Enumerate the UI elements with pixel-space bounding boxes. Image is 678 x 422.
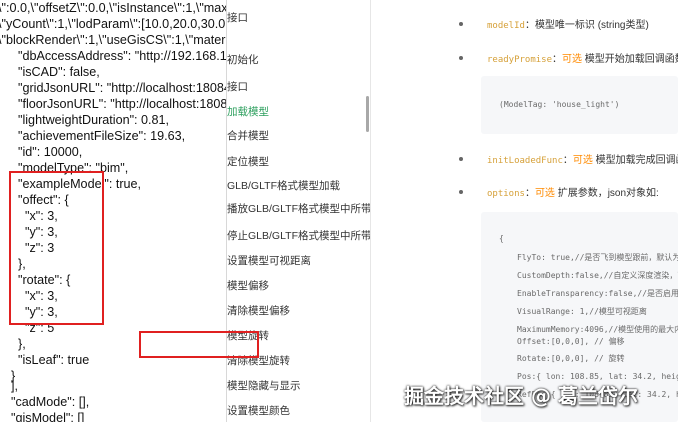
param-desc: 扩展参数，json对象如: (554, 188, 659, 199)
watermark-text: 掘金技术社区 @ 葛兰岱尔 (404, 384, 638, 408)
nav-item[interactable]: 停止GLB/GLTF格式模型中所带的动画 (227, 226, 370, 246)
code-line: EnableTransparency:false,//是否启用设置 (517, 289, 678, 298)
param-name: modelId (487, 21, 525, 31)
bullet-dot (459, 22, 463, 26)
json-line: "isLeaf": true (4, 353, 90, 367)
json-line: ], (4, 379, 18, 393)
json-line: }, (4, 337, 26, 351)
doc-item-ready-promise: readyPromise：可选 模型开始加载回调函数，返回 (487, 50, 678, 65)
doc-item-options: options：可选 扩展参数，json对象如: (487, 184, 659, 199)
param-sep: ： (562, 155, 573, 166)
bullet-dot (459, 157, 463, 161)
nav-item[interactable]: 设置模型可视距离 (227, 251, 311, 271)
code-line: MaximumMemory:4096,//模型使用的最大内存 (517, 325, 678, 334)
nav-item[interactable]: 模型隐藏与显示 (227, 376, 301, 396)
nav-item[interactable]: 设置模型颜色 (227, 401, 290, 421)
code-line: Offset:[0,0,0], // 偏移 (517, 337, 625, 346)
code-line: FlyTo: true,//是否飞到模型跟前，默认为tr (517, 253, 678, 262)
optional-tag: 可选 (534, 188, 555, 199)
nav-item[interactable]: 初始化 (227, 50, 259, 70)
code-line: (ModelTag: 'house_light') (499, 100, 620, 109)
bullet-dot (459, 190, 463, 194)
code-line: Rotate:[0,0,0], // 旋转 (517, 354, 625, 363)
param-sep: ： (524, 20, 535, 31)
json-line: "gisModel": [] (4, 411, 85, 422)
nav-item[interactable]: 定位模型 (227, 152, 269, 172)
doc-item-init-loaded: initLoadedFunc：可选 模型加载完成回调函数，返 (487, 151, 678, 166)
code-line: VisualRange: 1,//模型可视距离 (517, 307, 647, 316)
code-offset-rotate-highlight (139, 331, 259, 358)
optional-tag: 可选 (562, 54, 583, 65)
json-line: "isCAD": false, (4, 65, 100, 79)
param-name: readyPromise (487, 55, 553, 65)
json-line: \":0.0,\"offsetZ\":0.0,\"isInstance\":1,… (0, 1, 227, 15)
json-line: "lightweightDuration": 0.81, (4, 113, 170, 127)
code-line: CustomDepth:false,//自定义深度渲染，可开 (517, 271, 678, 280)
api-doc-panel: modelId：模型唯一标识 (string类型) readyPromise：可… (371, 0, 678, 422)
param-desc: 模型加载完成回调函数，返 (595, 155, 678, 166)
param-name: options (487, 189, 525, 199)
bullet-dot (459, 56, 463, 60)
nav-scrollbar[interactable] (366, 96, 369, 132)
json-line: \"yCount\":1,\"lodParam\":[10.0,20.0,30.… (0, 17, 226, 31)
nav-item[interactable]: 播放GLB/GLTF格式模型中所带的动画 (227, 199, 370, 219)
api-nav-sidebar: 接口 初始化 接口 加载模型 合并模型 定位模型 GLB/GLTF格式模型加载 播放GLB/G… (227, 0, 371, 422)
param-sep: ： (552, 54, 563, 65)
json-offset-rotate-highlight (9, 171, 104, 325)
json-line: "dbAccessAddress": "http://192.168.1.170… (17, 49, 227, 63)
code-line: { (499, 234, 504, 243)
nav-item[interactable]: 接口 (227, 8, 248, 28)
nav-item[interactable]: 接口 (227, 77, 248, 97)
param-sep: ： (524, 188, 535, 199)
nav-item[interactable]: GLB/GLTF格式模型加载 (227, 176, 340, 196)
json-line: "cadMode": [], (4, 395, 90, 409)
optional-tag: 可选 (572, 155, 593, 166)
nav-item[interactable]: 清除模型偏移 (227, 301, 290, 321)
json-line: "floorJsonURL": "http://localhost:18084/… (17, 97, 227, 111)
param-name: initLoadedFunc (487, 156, 563, 166)
json-line: "gridJsonURL": "http://localhost:18084/t… (17, 81, 227, 95)
json-line: \"blockRender\":1,\"useGisCS\":1,\"mater… (0, 33, 226, 47)
nav-item[interactable]: 加载模型 (227, 102, 269, 122)
json-line: "id": 10000, (4, 145, 83, 159)
doc-item-model-id: modelId：模型唯一标识 (string类型) (487, 16, 649, 31)
nav-item[interactable]: 模型偏移 (227, 276, 269, 296)
code-block-model-tag: (ModelTag: 'house_light') (481, 76, 678, 134)
param-desc: 模型唯一标识 (string类型) (534, 20, 649, 31)
json-line: "achievementFileSize": 19.63, (4, 129, 186, 143)
nav-item[interactable]: 合并模型 (227, 126, 269, 146)
param-desc: 模型开始加载回调函数，返回 (584, 54, 678, 65)
